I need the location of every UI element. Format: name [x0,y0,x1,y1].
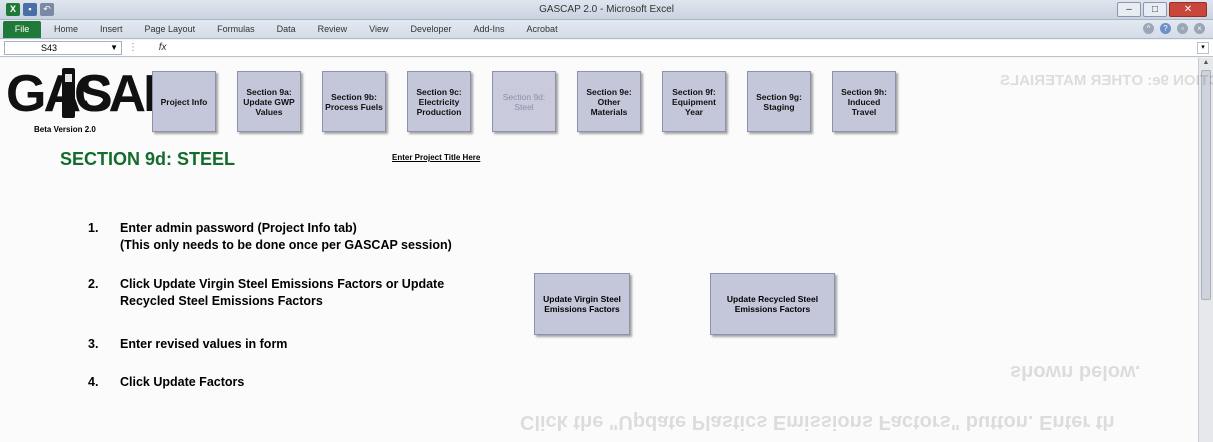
window-title: GASCAP 2.0 - Microsoft Excel [539,4,674,15]
maximize-button[interactable]: □ [1143,2,1167,17]
tab-file[interactable]: File [3,21,41,38]
ribbon-minimize-icon[interactable]: ^ [1143,23,1154,34]
tab-insert[interactable]: Insert [100,24,123,34]
expand-formula-bar-icon[interactable]: ▾ [1197,42,1209,54]
tab-acrobat[interactable]: Acrobat [527,24,558,34]
step-number: 1. [88,221,99,235]
nav-section-9c[interactable]: Section 9c: Electricity Production [407,71,471,132]
close-button[interactable]: ✕ [1169,2,1207,17]
minimize-button[interactable]: – [1117,2,1141,17]
step-1: 1. Enter admin password (Project Info ta… [88,220,548,254]
formula-bar: S43 ▼ ⋮ fx ▾ [0,40,1213,57]
nav-section-9b[interactable]: Section 9b: Process Fuels [322,71,386,132]
project-title-link[interactable]: Enter Project Title Here [392,153,480,162]
workbook-restore-icon[interactable]: ▫ [1177,23,1188,34]
formula-separator: ⋮ [128,42,138,53]
fx-icon[interactable]: fx [159,42,167,53]
step-number: 2. [88,277,99,291]
title-bar: X ▪ ↶ GASCAP 2.0 - Microsoft Excel – □ ✕ [0,0,1213,20]
vertical-scrollbar[interactable]: ▲ [1198,58,1213,442]
step-text: Enter revised values in form [120,337,288,351]
help-icon[interactable]: ? [1160,23,1171,34]
workbook-close-icon[interactable]: × [1194,23,1205,34]
step-number: 4. [88,375,99,389]
tab-data[interactable]: Data [277,24,296,34]
scrollbar-thumb[interactable] [1201,70,1211,300]
step-text: Click Update Virgin Steel Emissions Fact… [120,277,445,291]
step-text: Recycled Steel Emissions Factors [120,294,323,308]
nav-section-9e[interactable]: Section 9e: Other Materials [577,71,641,132]
version-label: Beta Version 2.0 [34,125,96,134]
ribbon-tabs: File Home Insert Page Layout Formulas Da… [0,20,1213,39]
window-controls: – □ ✕ [1117,2,1207,17]
step-number: 3. [88,337,99,351]
nav-section-9d[interactable]: Section 9d: Steel [492,71,556,132]
step-text: Click Update Factors [120,375,245,389]
nav-section-9g[interactable]: Section 9g: Staging [747,71,811,132]
tab-add-ins[interactable]: Add-Ins [474,24,505,34]
scroll-up-icon[interactable]: ▲ [1199,59,1213,69]
tab-home[interactable]: Home [54,24,78,34]
nav-section-9a[interactable]: Section 9a: Update GWP Values [237,71,301,132]
tab-page-layout[interactable]: Page Layout [145,24,196,34]
tab-developer[interactable]: Developer [410,24,451,34]
page-title: SECTION 9d: STEEL [60,149,236,169]
step-2: 2. Click Update Virgin Steel Emissions F… [88,276,528,310]
tab-review[interactable]: Review [318,24,348,34]
name-box-value: S43 [41,43,58,53]
name-box[interactable]: S43 ▼ [4,41,122,55]
nav-section-9h[interactable]: Section 9h: Induced Travel [832,71,896,132]
tab-view[interactable]: View [369,24,388,34]
tab-formulas[interactable]: Formulas [217,24,255,34]
step-text: Enter admin password (Project Info tab) [120,221,357,235]
nav-project-info[interactable]: Project Info [152,71,216,132]
chevron-down-icon[interactable]: ▼ [110,42,118,54]
gascap-logo: GAS CAP Beta Version 2.0 [6,64,178,136]
update-recycled-steel-button[interactable]: Update Recycled Steel Emissions Factors [710,273,835,335]
step-3: 3. Enter revised values in form [88,336,388,353]
step-4: 4. Click Update Factors [88,374,388,391]
update-virgin-steel-button[interactable]: Update Virgin Steel Emissions Factors [534,273,630,335]
step-text: (This only needs to be done once per GAS… [120,238,452,252]
nav-section-9f[interactable]: Section 9f: Equipment Year [662,71,726,132]
formula-input[interactable]: ⋮ fx [128,41,167,55]
